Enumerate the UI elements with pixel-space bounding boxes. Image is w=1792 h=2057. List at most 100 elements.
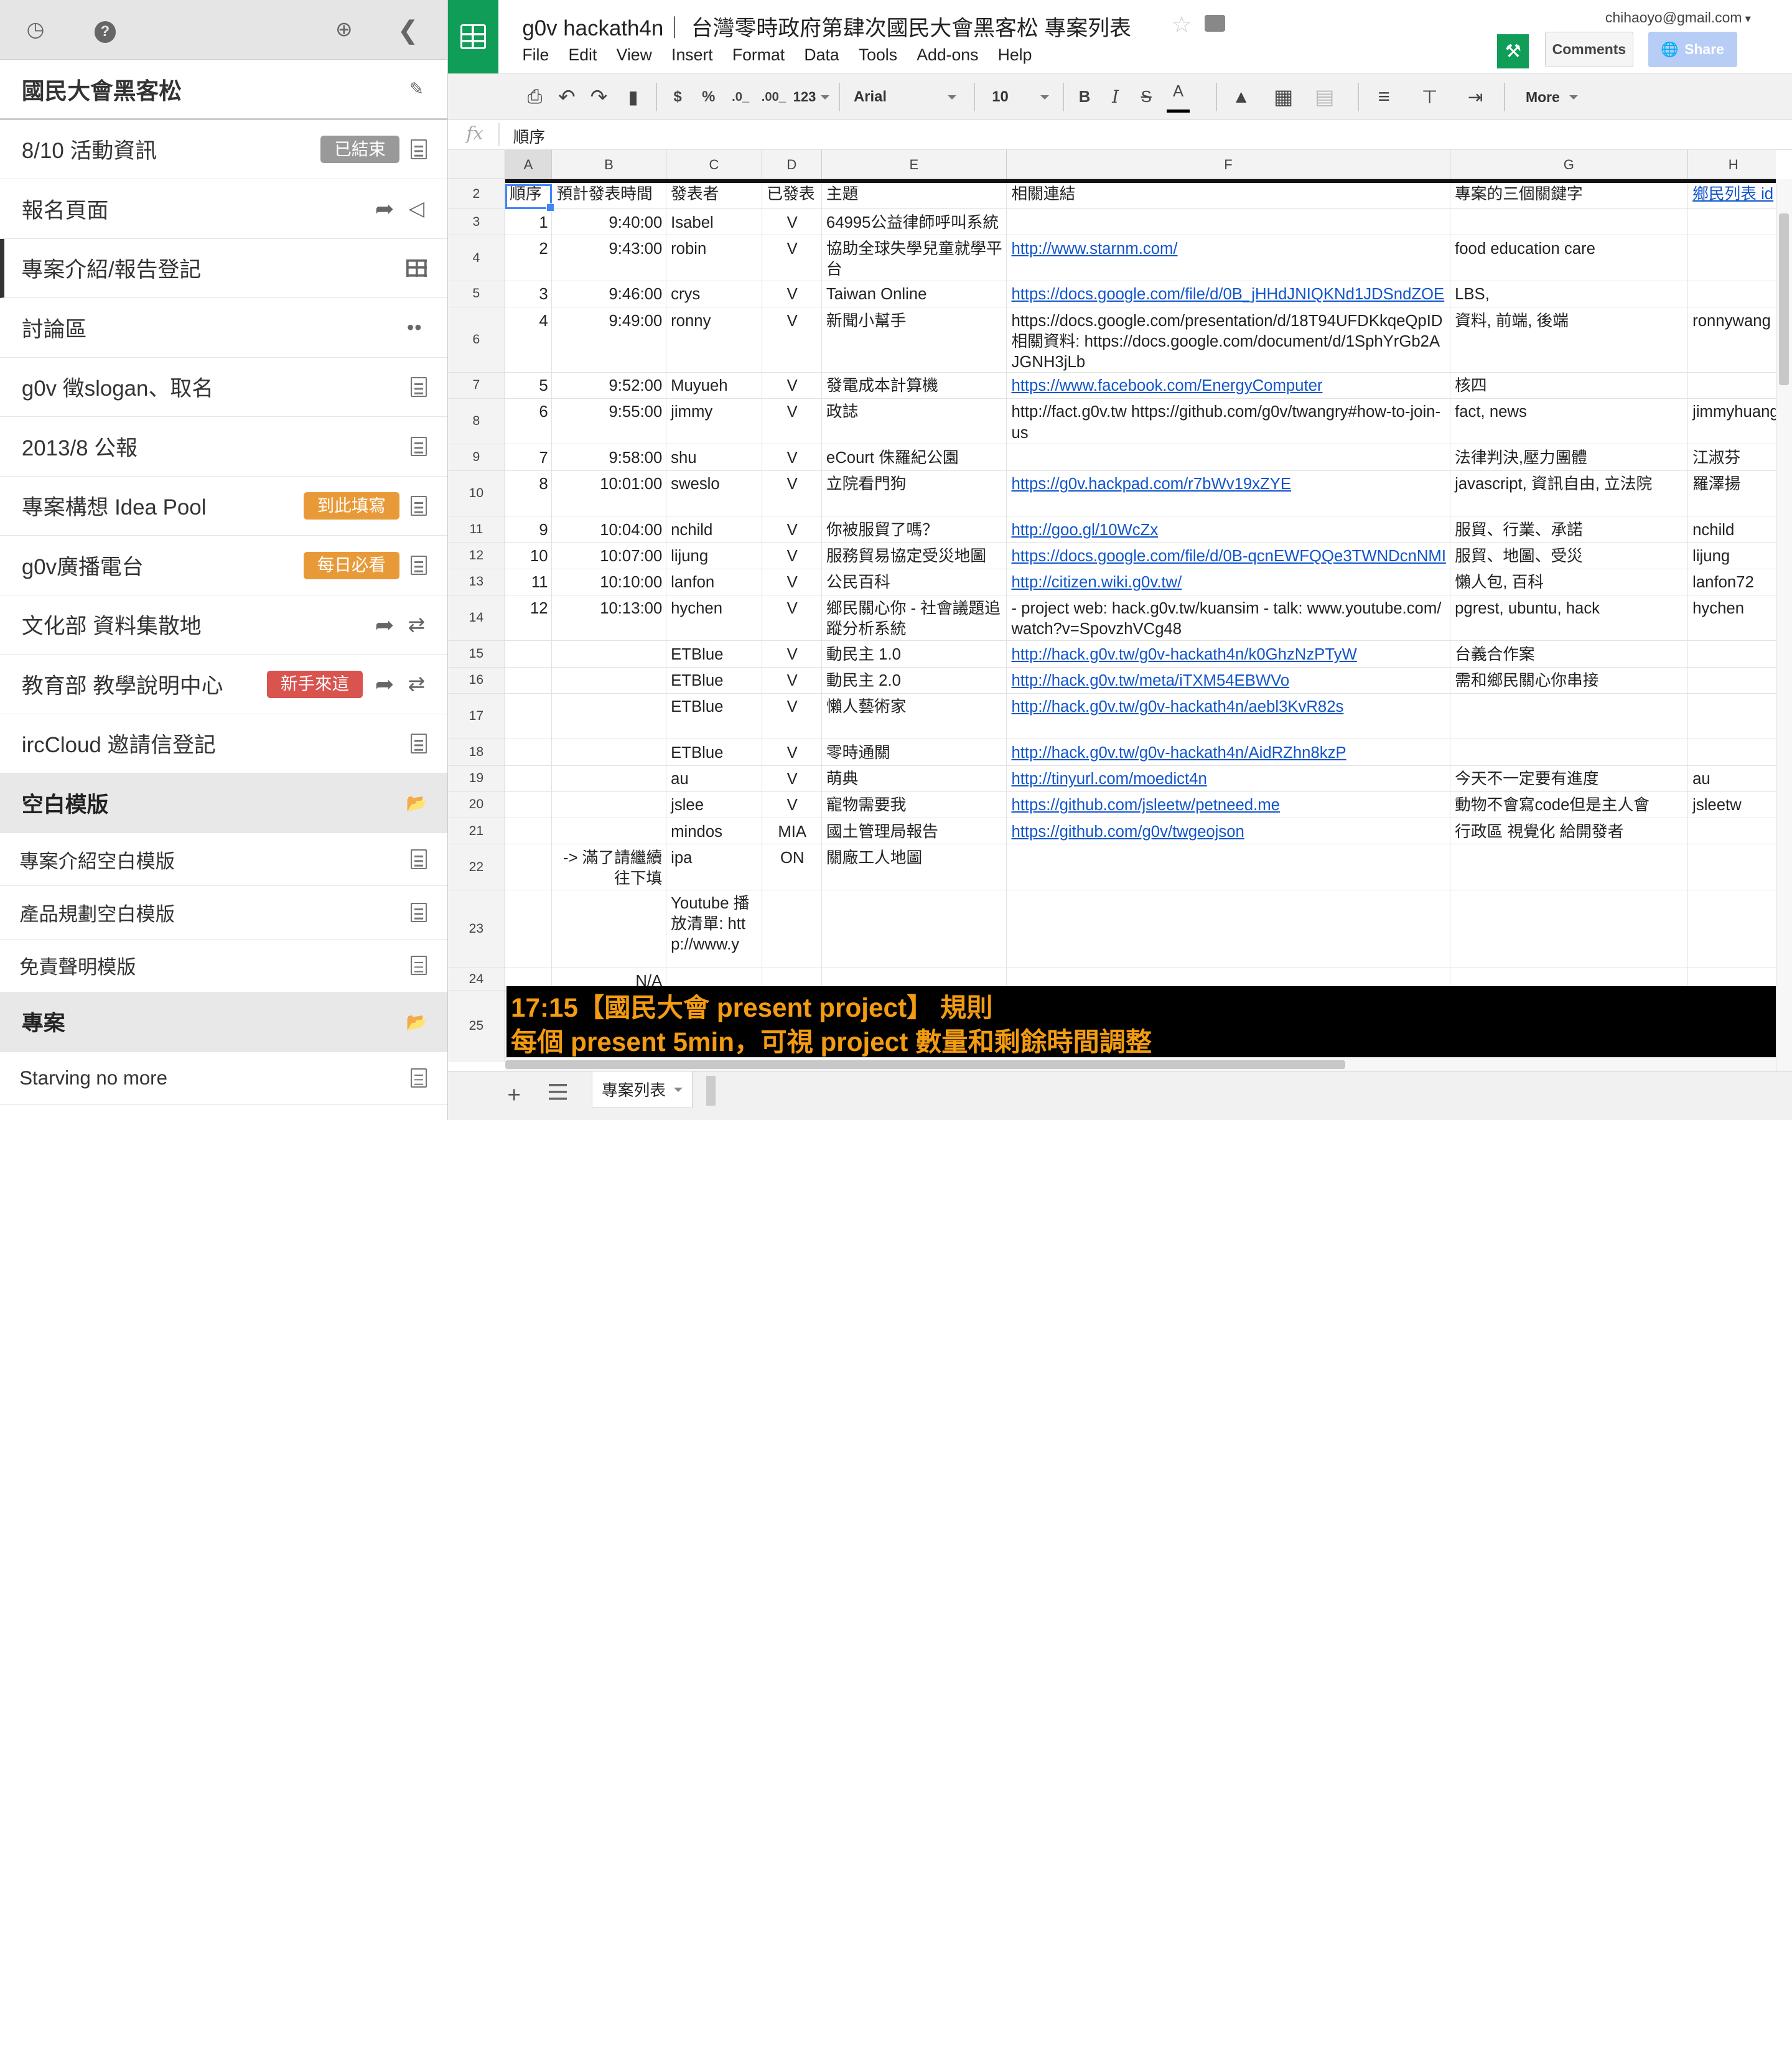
- table-cell[interactable]: 5: [505, 372, 553, 399]
- row-header[interactable]: 23: [447, 890, 505, 968]
- table-cell[interactable]: [1007, 844, 1450, 890]
- table-cell[interactable]: [1450, 844, 1688, 890]
- table-cell[interactable]: 64995公益律師呼叫系統: [821, 209, 1007, 236]
- table-cell[interactable]: 9:43:00: [552, 235, 666, 281]
- fill-color-icon[interactable]: ▲: [1225, 74, 1257, 121]
- table-cell[interactable]: [552, 739, 666, 766]
- table-cell[interactable]: lijung: [1687, 543, 1776, 569]
- table-cell[interactable]: 10:01:00: [552, 470, 666, 517]
- table-cell[interactable]: ronny: [666, 307, 763, 373]
- cell-link[interactable]: http://tinyurl.com/moedict4n: [1011, 770, 1206, 788]
- row-header[interactable]: 6: [447, 307, 505, 373]
- table-cell[interactable]: 動民主 1.0: [821, 641, 1007, 668]
- vertical-scroll-thumb[interactable]: [1778, 213, 1790, 385]
- table-cell[interactable]: [552, 641, 666, 668]
- sidebar-item[interactable]: 文化部 資料集散地 ➦ ⇄: [0, 595, 447, 655]
- table-cell[interactable]: [762, 890, 822, 968]
- table-cell[interactable]: [552, 818, 666, 845]
- sidebar-item[interactable]: 2013/8 公報: [0, 417, 447, 477]
- sidebar-item[interactable]: 討論區 ●●: [0, 298, 447, 358]
- table-cell[interactable]: [1687, 281, 1776, 308]
- sheet-tab[interactable]: 專案列表: [592, 1071, 693, 1108]
- row-header[interactable]: 21: [447, 818, 505, 845]
- table-cell[interactable]: 服貿、行業、承諾: [1450, 516, 1688, 543]
- table-cell[interactable]: https://github.com/g0v/twgeojson: [1007, 818, 1450, 845]
- font-size-dropdown[interactable]: 10: [992, 83, 1050, 111]
- row-header[interactable]: 7: [447, 372, 505, 399]
- table-cell[interactable]: 公民百科: [821, 569, 1007, 595]
- row-header[interactable]: 24: [447, 968, 505, 991]
- text-wrap-icon[interactable]: ⇥: [1460, 74, 1490, 121]
- table-cell[interactable]: [1007, 209, 1450, 236]
- text-color-button[interactable]: A: [1167, 74, 1190, 113]
- zoom-in-icon[interactable]: ⊕: [330, 16, 358, 44]
- table-cell[interactable]: au: [666, 765, 763, 792]
- table-cell[interactable]: [505, 739, 553, 766]
- row-header[interactable]: 22: [447, 844, 505, 890]
- table-cell[interactable]: 你被服貿了嗎？: [821, 516, 1007, 543]
- table-cell[interactable]: 國土管理局報告: [821, 818, 1007, 845]
- table-cell[interactable]: 順序: [505, 179, 553, 210]
- cell-link[interactable]: http://goo.gl/10WcZx: [1011, 521, 1158, 539]
- menu-item[interactable]: File: [522, 45, 549, 65]
- table-cell[interactable]: 資料, 前端, 後端: [1450, 307, 1688, 373]
- sidebar-item[interactable]: ircCloud 邀請信登記: [0, 714, 447, 774]
- table-cell[interactable]: 零時通關: [821, 739, 1007, 766]
- table-cell[interactable]: mindos: [666, 818, 763, 845]
- row-header[interactable]: 5: [447, 281, 505, 308]
- column-header[interactable]: G: [1450, 149, 1688, 180]
- row-header[interactable]: 20: [447, 791, 505, 819]
- table-cell[interactable]: 4: [505, 307, 553, 373]
- table-cell[interactable]: Isabel: [666, 209, 763, 236]
- sheets-logo[interactable]: [447, 0, 498, 73]
- select-all-corner[interactable]: [447, 149, 505, 180]
- table-cell[interactable]: 協助全球失學兒童就學平台: [821, 235, 1007, 281]
- print-icon[interactable]: ⎙: [521, 74, 549, 121]
- table-cell[interactable]: 服務貿易協定受災地圖: [821, 543, 1007, 569]
- table-cell[interactable]: - project web: hack.g0v.tw/kuansim - tal…: [1007, 595, 1450, 641]
- table-cell[interactable]: sweslo: [666, 470, 763, 517]
- table-cell[interactable]: 行政區 視覺化 給開發者: [1450, 818, 1688, 845]
- table-cell[interactable]: [1687, 818, 1776, 845]
- table-cell[interactable]: 懶人藝術家: [821, 693, 1007, 740]
- merge-cells-icon[interactable]: ▤: [1310, 74, 1340, 121]
- table-cell[interactable]: [1450, 739, 1688, 766]
- comments-button[interactable]: Comments: [1545, 32, 1633, 68]
- table-cell[interactable]: [1450, 693, 1688, 740]
- table-cell[interactable]: 6: [505, 398, 553, 445]
- cell-link[interactable]: https://g0v.hackpad.com/r7bWv19xZYE: [1011, 475, 1291, 493]
- percent-button[interactable]: %: [698, 74, 719, 121]
- table-cell[interactable]: 10:13:00: [552, 595, 666, 641]
- sidebar-item[interactable]: g0v廣播電台 每日必看: [0, 536, 447, 595]
- table-cell[interactable]: V: [762, 543, 822, 569]
- table-cell[interactable]: [1687, 844, 1776, 890]
- table-cell[interactable]: V: [762, 641, 822, 668]
- table-cell[interactable]: 懶人包, 百科: [1450, 569, 1688, 595]
- table-cell[interactable]: V: [762, 372, 822, 399]
- table-cell[interactable]: jimmyhuang: [1687, 399, 1776, 445]
- currency-button[interactable]: $: [668, 74, 688, 121]
- frozen-row-divider[interactable]: [505, 179, 1776, 183]
- sidebar-item[interactable]: g0v 徵slogan、取名: [0, 358, 447, 417]
- table-cell[interactable]: https://github.com/jsleetw/petneed.me: [1007, 791, 1450, 819]
- row-header[interactable]: 9: [447, 444, 505, 471]
- column-header[interactable]: E: [821, 149, 1007, 180]
- table-cell[interactable]: shu: [666, 444, 763, 471]
- table-cell[interactable]: javascript, 資訊自由, 立法院: [1450, 470, 1688, 517]
- table-cell[interactable]: [505, 844, 553, 890]
- table-cell[interactable]: eCourt 侏羅紀公園: [821, 444, 1007, 471]
- table-cell[interactable]: lanfon72: [1687, 569, 1776, 595]
- menu-item[interactable]: Help: [998, 45, 1032, 65]
- table-cell[interactable]: V: [762, 693, 822, 740]
- table-cell[interactable]: hychen: [1687, 595, 1776, 641]
- table-cell[interactable]: 10: [505, 543, 553, 569]
- table-cell[interactable]: [1450, 890, 1688, 968]
- all-sheets-icon[interactable]: [548, 1084, 567, 1100]
- row-header[interactable]: 4: [447, 235, 505, 281]
- table-cell[interactable]: crys: [666, 281, 763, 308]
- row-header[interactable]: 12: [447, 543, 505, 569]
- row-header[interactable]: 19: [447, 765, 505, 792]
- table-cell[interactable]: V: [762, 739, 822, 766]
- table-cell[interactable]: pgrest, ubuntu, hack: [1450, 595, 1688, 641]
- table-cell[interactable]: 台義合作案: [1450, 641, 1688, 668]
